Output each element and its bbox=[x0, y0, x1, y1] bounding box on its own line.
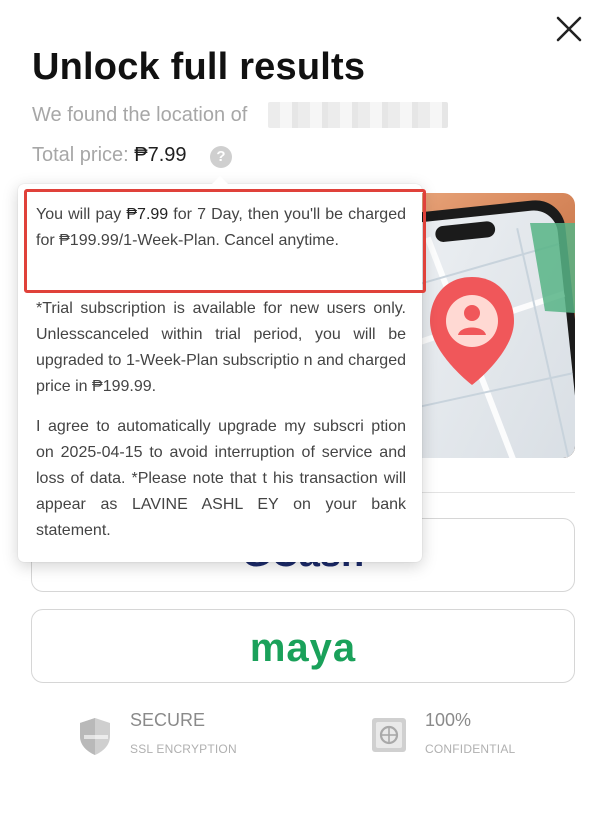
secure-title: SECURE bbox=[130, 710, 206, 730]
confidential-subtitle: CONFIDENTIAL bbox=[425, 742, 516, 756]
close-button[interactable] bbox=[552, 12, 586, 46]
highlight-annotation-box bbox=[24, 189, 426, 293]
blurred-phone-number bbox=[268, 102, 448, 128]
total-price-label: Total price: bbox=[32, 144, 129, 166]
maya-logo: maya bbox=[249, 626, 357, 670]
secure-subtitle: SSL ENCRYPTION bbox=[130, 742, 237, 756]
help-icon[interactable]: ? bbox=[210, 146, 232, 168]
safe-icon bbox=[372, 718, 406, 752]
tooltip-upgrade-terms: I agree to automatically upgrade my subs… bbox=[36, 418, 406, 539]
confidential-title: 100% bbox=[425, 710, 472, 730]
tooltip-trial-terms: *Trial subscription is available for new… bbox=[36, 300, 406, 395]
total-price-row: Total price: ₱7.99 bbox=[32, 144, 187, 167]
total-price-value: ₱7.99 bbox=[134, 144, 187, 166]
maya-button[interactable]: maya bbox=[31, 609, 575, 683]
tooltip-arrow bbox=[211, 176, 229, 185]
page-title: Unlock full results bbox=[32, 46, 366, 88]
shield-icon bbox=[80, 718, 110, 755]
found-location-text: We found the location of bbox=[32, 104, 248, 126]
close-icon bbox=[556, 16, 582, 42]
